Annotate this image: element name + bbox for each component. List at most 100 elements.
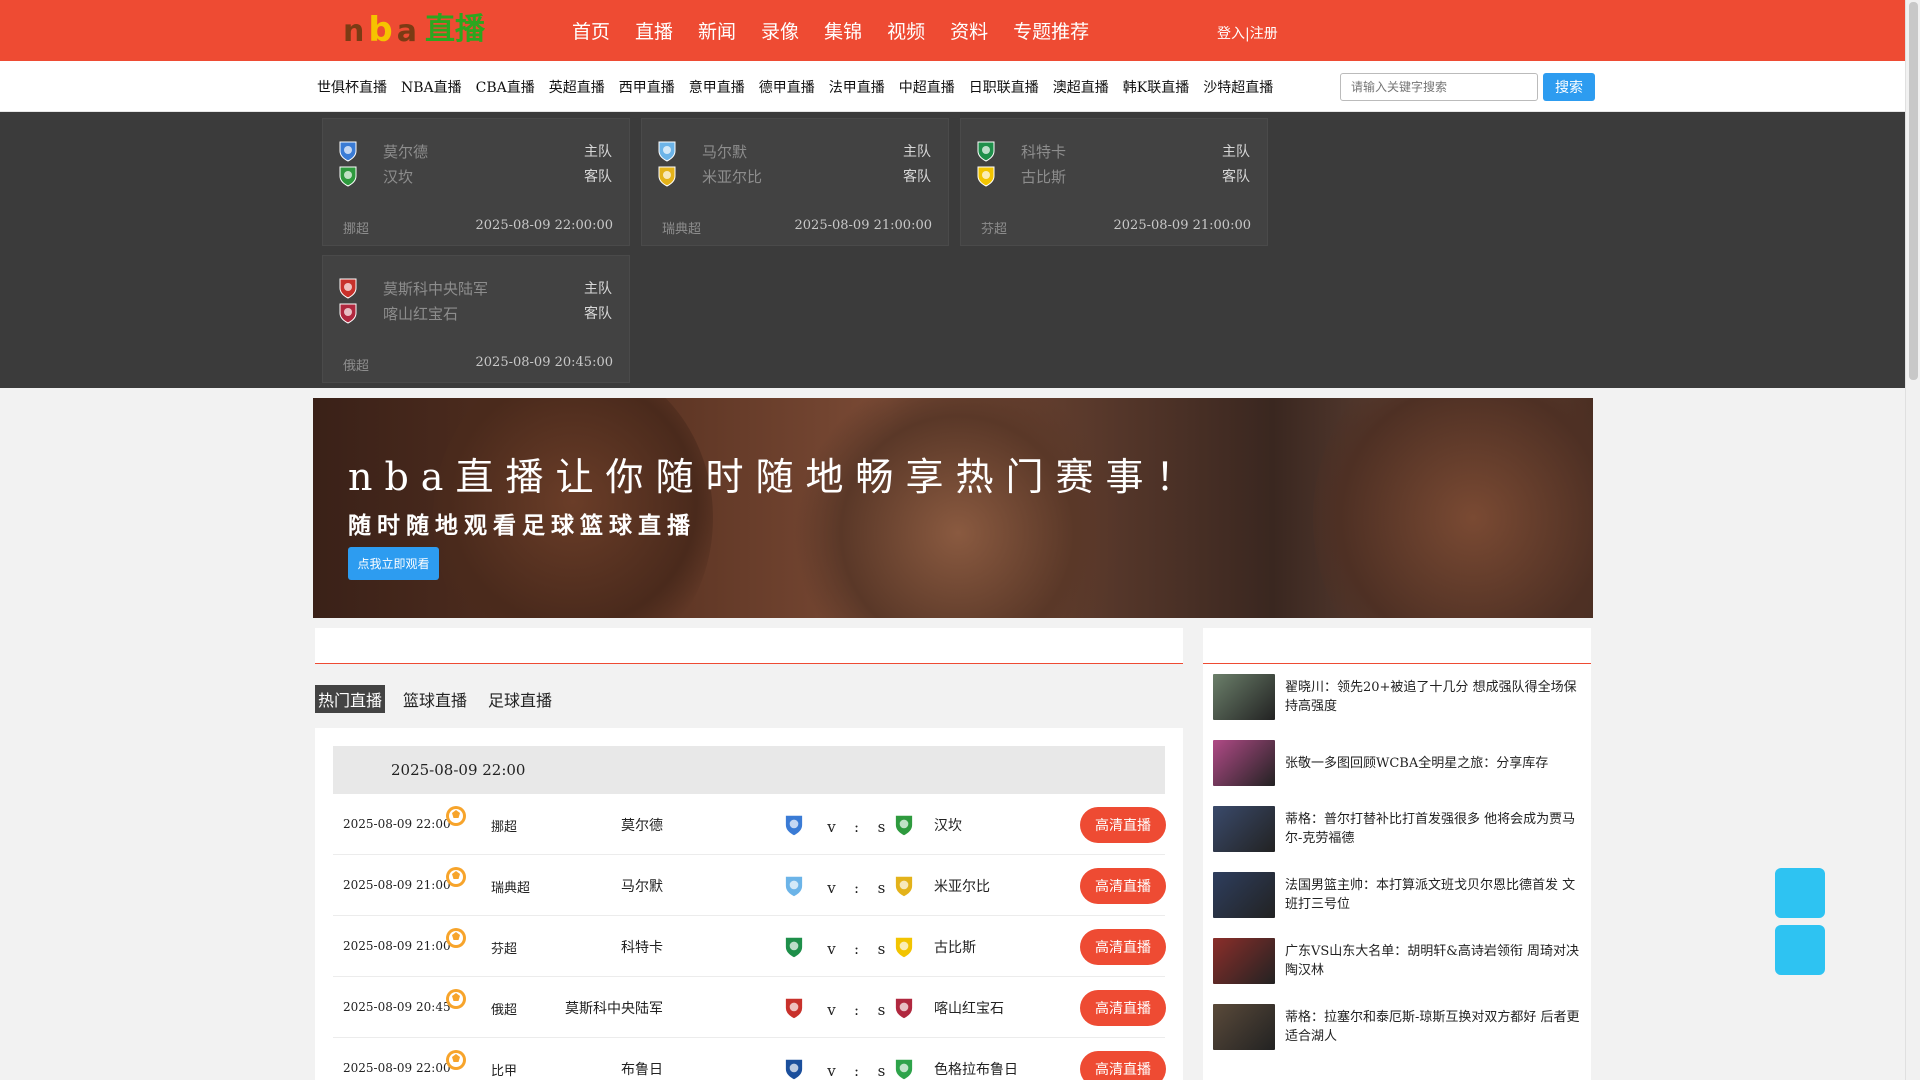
nav-topics[interactable]: 专题推荐 <box>1013 17 1089 44</box>
news-item[interactable]: 张敬一多图回顾WCBA全明星之旅：分享库存 <box>1213 739 1583 787</box>
match-card[interactable]: 科特卡 主队 古比斯 客队 芬超 2025-08-09 21:00:00 <box>960 118 1268 246</box>
home-team-crest-icon <box>781 1056 807 1080</box>
top-header: n b a 直播 首页 直播 新闻 录像 集锦 视频 资料 专题推荐 登入|注册 <box>0 0 1905 61</box>
home-team-crest-icon <box>973 138 999 164</box>
league-name: 芬超 <box>491 942 518 957</box>
promo-banner: nba直播让你随时随地畅享热门赛事！ 随时随地观看足球篮球直播 点我立即观看 <box>313 398 1593 618</box>
home-tag: 主队 <box>1222 144 1250 160</box>
league-link-club-world-cup[interactable]: 世俱杯直播 <box>317 77 387 97</box>
news-title[interactable]: 翟晓川：领先20+被追了十几分 想成强队得全场保持高强度 <box>1285 678 1583 716</box>
home-team-name: 科特卡 <box>1021 142 1067 161</box>
home-team-crest-icon <box>781 873 807 903</box>
away-team-crest-icon <box>891 995 917 1025</box>
news-thumbnail[interactable] <box>1213 938 1275 984</box>
news-title[interactable]: 法国男篮主帅：本打算派文班戈贝尔恩比德首发 文班打三号位 <box>1285 876 1583 914</box>
league-name: 挪超 <box>491 820 518 835</box>
news-thumbnail[interactable] <box>1213 674 1275 720</box>
away-team-name: 色格拉布鲁日 <box>934 1062 1018 1078</box>
away-team-name: 米亚尔比 <box>934 879 990 895</box>
news-thumbnail[interactable] <box>1213 872 1275 918</box>
away-team-crest-icon <box>335 300 361 326</box>
news-title[interactable]: 张敬一多图回顾WCBA全明星之旅：分享库存 <box>1285 754 1548 773</box>
home-team-name: 莫斯科中央陆军 <box>565 1001 663 1017</box>
home-team-name: 布鲁日 <box>621 1062 663 1078</box>
hd-live-button[interactable]: 高清直播 <box>1080 1051 1166 1080</box>
match-row: 2025-08-09 22:00 比甲 布鲁日 v: s 色格拉布鲁日 高清直播 <box>333 1038 1166 1080</box>
match-card[interactable]: 马尔默 主队 米亚尔比 客队 瑞典超 2025-08-09 21:00:00 <box>641 118 949 246</box>
football-icon <box>444 987 468 1015</box>
league-link-ligue-1[interactable]: 法甲直播 <box>829 77 885 97</box>
nav-home[interactable]: 首页 <box>572 17 610 44</box>
nav-data[interactable]: 资料 <box>950 17 988 44</box>
news-item[interactable]: 广东VS山东大名单：胡明轩&高诗岩领衔 周琦对决陶汉林 <box>1213 937 1583 985</box>
news-item[interactable]: 翟晓川：领先20+被追了十几分 想成强队得全场保持高强度 <box>1213 673 1583 721</box>
news-thumbnail[interactable] <box>1213 1004 1275 1050</box>
search-button[interactable]: 搜索 <box>1543 73 1595 101</box>
league-name: 比甲 <box>491 1064 518 1079</box>
league-name: 瑞典超 <box>662 222 702 237</box>
vs-colon: : <box>853 940 860 958</box>
match-time: 2025-08-09 22:00 <box>343 1061 451 1075</box>
nav-live[interactable]: 直播 <box>635 17 673 44</box>
nav-news[interactable]: 新闻 <box>698 17 736 44</box>
league-nav: 世俱杯直播 NBA直播 CBA直播 英超直播 西甲直播 意甲直播 德甲直播 法甲… <box>0 61 1905 112</box>
league-link-nba[interactable]: NBA直播 <box>401 77 462 97</box>
logo-letter-n: n <box>343 14 365 49</box>
news-title[interactable]: 蒂格：拉塞尔和泰厄斯-琼斯互换对双方都好 后者更适合湖人 <box>1285 1008 1583 1046</box>
tab-football-live[interactable]: 足球直播 <box>485 685 555 713</box>
news-item[interactable]: 法国男篮主帅：本打算派文班戈贝尔恩比德首发 文班打三号位 <box>1213 871 1583 919</box>
news-title[interactable]: 广东VS山东大名单：胡明轩&高诗岩领衔 周琦对决陶汉林 <box>1285 942 1583 980</box>
news-thumbnail[interactable] <box>1213 806 1275 852</box>
league-link-k-league[interactable]: 韩K联直播 <box>1123 77 1189 97</box>
hd-live-button[interactable]: 高清直播 <box>1080 990 1166 1026</box>
league-link-cba[interactable]: CBA直播 <box>476 77 535 97</box>
news-thumbnail[interactable] <box>1213 740 1275 786</box>
page-scrollbar[interactable] <box>1905 0 1920 1080</box>
home-team-crest-icon <box>781 934 807 964</box>
float-button-bottom[interactable] <box>1775 925 1825 975</box>
league-link-csl[interactable]: 中超直播 <box>899 77 955 97</box>
match-card[interactable]: 莫斯科中央陆军 主队 喀山红宝石 客队 俄超 2025-08-09 20:45:00 <box>322 255 630 383</box>
vs-colon: : <box>853 1062 860 1080</box>
score-placeholder: v:s <box>819 818 894 836</box>
football-icon <box>444 1048 468 1076</box>
vs-v: v <box>827 1062 836 1080</box>
watch-now-button[interactable]: 点我立即观看 <box>348 547 439 580</box>
away-team-name: 汉坎 <box>934 818 962 834</box>
away-team-name: 米亚尔比 <box>702 167 763 186</box>
news-item[interactable]: 蒂格：拉塞尔和泰厄斯-琼斯互换对双方都好 后者更适合湖人 <box>1213 1003 1583 1051</box>
league-link-bundesliga[interactable]: 德甲直播 <box>759 77 815 97</box>
league-link-serie-a[interactable]: 意甲直播 <box>689 77 745 97</box>
league-link-a-league[interactable]: 澳超直播 <box>1053 77 1109 97</box>
home-tag: 主队 <box>903 144 931 160</box>
match-row: 2025-08-09 21:00 芬超 科特卡 v: s 古比斯 高清直播 <box>333 916 1166 977</box>
away-tag: 客队 <box>1222 169 1250 185</box>
tab-hot-live[interactable]: 热门直播 <box>315 685 386 713</box>
league-link-j-league[interactable]: 日职联直播 <box>969 77 1039 97</box>
vs-v: v <box>827 940 836 958</box>
league-link-saudi-pro[interactable]: 沙特超直播 <box>1203 77 1273 97</box>
vs-colon: : <box>853 879 860 897</box>
news-item[interactable]: 蒂格：普尔打替补比打首发强很多 他将会成为贾马尔-克劳福德 <box>1213 805 1583 853</box>
float-button-top[interactable] <box>1775 868 1825 918</box>
away-team-name: 喀山红宝石 <box>383 304 459 323</box>
league-link-premier-league[interactable]: 英超直播 <box>549 77 605 97</box>
nav-replay[interactable]: 录像 <box>761 17 799 44</box>
tab-basketball-live[interactable]: 篮球直播 <box>400 685 470 713</box>
match-row: 2025-08-09 21:00 瑞典超 马尔默 v: s 米亚尔比 高清直播 <box>333 855 1166 916</box>
nav-highlights[interactable]: 集锦 <box>824 17 862 44</box>
logo-letter-a: a <box>396 14 417 49</box>
news-title[interactable]: 蒂格：普尔打替补比打首发强很多 他将会成为贾马尔-克劳福德 <box>1285 810 1583 848</box>
scrollbar-thumb[interactable] <box>1909 2 1918 380</box>
score-placeholder: v:s <box>819 1001 894 1019</box>
site-logo[interactable]: n b a 直播 <box>343 12 485 48</box>
login-register-link[interactable]: 登入|注册 <box>1217 23 1278 43</box>
league-link-la-liga[interactable]: 西甲直播 <box>619 77 675 97</box>
hd-live-button[interactable]: 高清直播 <box>1080 807 1166 843</box>
home-team-name: 莫斯科中央陆军 <box>383 279 489 298</box>
hd-live-button[interactable]: 高清直播 <box>1080 929 1166 965</box>
hd-live-button[interactable]: 高清直播 <box>1080 868 1166 904</box>
match-card[interactable]: 莫尔德 主队 汉坎 客队 挪超 2025-08-09 22:00:00 <box>322 118 630 246</box>
search-input[interactable] <box>1340 73 1538 101</box>
nav-video[interactable]: 视频 <box>887 17 925 44</box>
